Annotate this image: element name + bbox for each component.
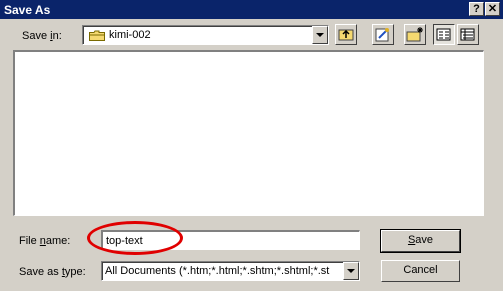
save-as-type-label: Save as type: [19, 266, 86, 278]
folder-icon [89, 30, 105, 41]
chevron-down-icon[interactable] [343, 262, 359, 280]
cancel-button[interactable]: Cancel [381, 260, 460, 282]
save-as-type-value: All Documents (*.htm;*.html;*.shtm;*.sht… [105, 265, 330, 277]
save-as-dialog: Save As ? ✕ Save in: kimi-002 File name:… [0, 0, 503, 291]
details-view-button[interactable] [457, 24, 479, 45]
up-one-level-button[interactable] [335, 24, 357, 45]
favorites-icon [375, 28, 389, 42]
title-bar[interactable]: Save As ? ✕ [0, 0, 503, 19]
save-in-label: Save in: [22, 30, 62, 42]
annotation-highlight-ellipse [87, 221, 183, 255]
save-in-value: kimi-002 [109, 29, 151, 41]
close-button[interactable]: ✕ [485, 2, 500, 16]
chevron-down-icon[interactable] [312, 26, 328, 44]
window-title: Save As [4, 3, 51, 17]
file-list[interactable] [13, 50, 484, 216]
list-view-button[interactable] [433, 24, 455, 45]
look-in-favorites-button[interactable] [372, 24, 394, 45]
file-name-label: File name: [19, 235, 71, 247]
save-as-type-dropdown[interactable]: All Documents (*.htm;*.html;*.shtm;*.sht… [101, 261, 360, 281]
create-new-folder-button[interactable] [404, 24, 426, 45]
details-view-icon [460, 28, 475, 41]
save-button[interactable]: Save [380, 229, 461, 253]
list-view-icon [436, 28, 451, 41]
new-folder-icon [406, 27, 423, 42]
help-button[interactable]: ? [469, 2, 484, 16]
up-folder-icon [338, 29, 354, 41]
save-in-dropdown[interactable]: kimi-002 [82, 25, 329, 45]
